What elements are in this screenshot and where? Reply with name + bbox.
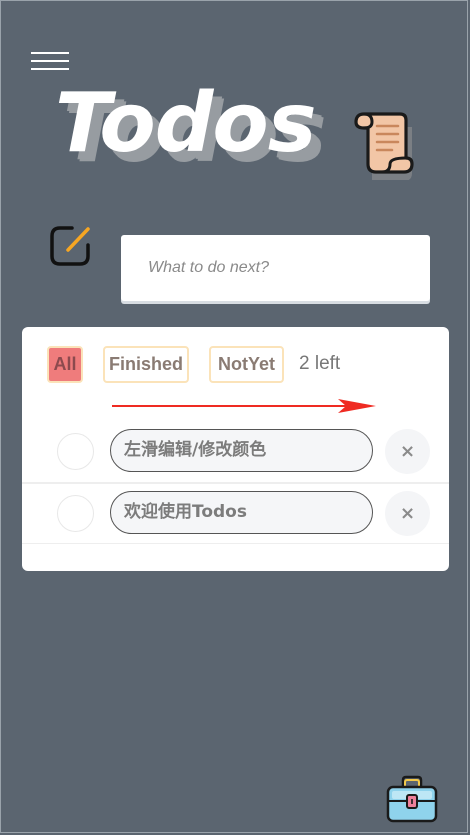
delete-button[interactable]: × [385,491,430,536]
todo-item: 欢迎使用Todos × [22,483,449,544]
todo-checkbox[interactable] [57,495,94,532]
todo-text[interactable]: 左滑编辑/修改颜色 [110,429,373,472]
menu-bar [31,68,69,70]
swipe-hint-arrow [112,399,376,413]
todo-checkbox[interactable] [57,433,94,470]
filter-finished-button[interactable]: Finished [103,346,189,383]
items-left-count: 2 left [299,353,341,374]
menu-icon[interactable] [31,50,69,72]
edit-pencil-icon[interactable] [48,223,94,269]
scroll-icon [354,112,414,180]
menu-bar [31,60,69,62]
app-title: Todos [55,76,317,171]
todo-text[interactable]: 欢迎使用Todos [110,491,373,534]
todo-item: 左滑编辑/修改颜色 × [22,422,449,483]
filter-notyet-button[interactable]: NotYet [209,346,284,383]
toolbox-icon[interactable] [386,775,438,825]
menu-bar [31,52,69,54]
new-todo-input[interactable] [121,235,430,301]
new-todo-box [121,235,430,301]
todo-list-card: All Finished NotYet 2 left 左滑编辑/修改颜色 × 欢… [22,327,449,571]
delete-button[interactable]: × [385,429,430,474]
filter-all-button[interactable]: All [47,346,83,383]
